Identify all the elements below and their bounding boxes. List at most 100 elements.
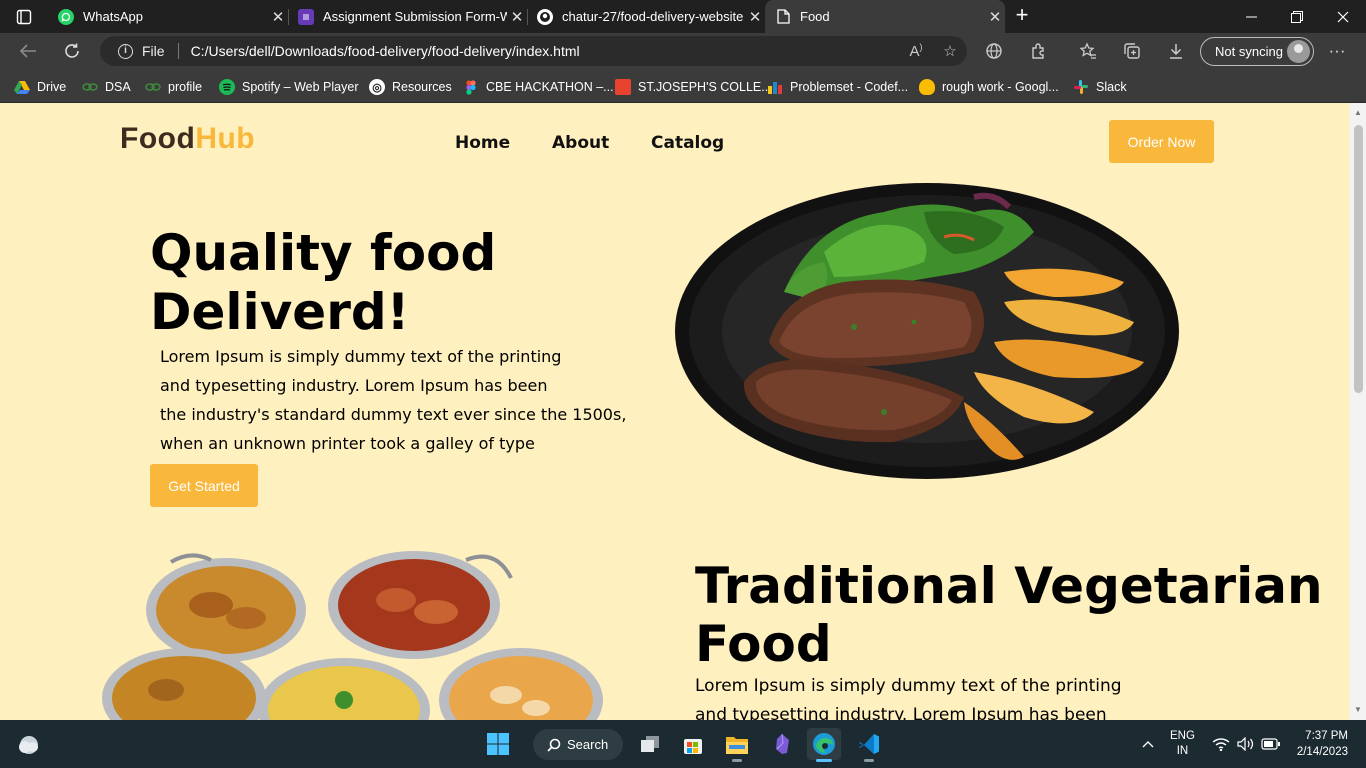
favorites-icon[interactable] [1073,37,1103,65]
profile-sync-button[interactable]: Not syncing [1200,37,1314,66]
file-explorer-icon[interactable] [720,728,754,762]
clock-date: 2/14/2023 [1296,746,1348,758]
section-description: Lorem Ipsum is simply dummy text of the … [695,672,1165,720]
logo-part-food: Food [120,122,196,155]
bookmark-resources[interactable]: ◎ Resources [369,76,452,98]
show-hidden-icons[interactable] [1141,720,1155,768]
figma-icon [463,79,479,95]
close-tab-icon[interactable]: ✕ [985,8,1005,26]
get-started-button[interactable]: Get Started [150,464,258,507]
order-now-button[interactable]: Order Now [1109,120,1214,163]
taskbar-search[interactable]: Search [533,729,623,760]
scroll-down-icon[interactable]: ▼ [1354,706,1362,714]
close-tab-icon[interactable]: ✕ [745,8,765,26]
drive-icon [14,79,30,95]
bookmark-label: Resources [392,80,452,94]
page-viewport: FoodHub Home About Catalog Order Now Qua… [0,103,1366,720]
downloads-icon[interactable] [1161,37,1191,65]
bookmark-profile[interactable]: profile [145,76,202,98]
wifi-icon[interactable] [1212,720,1230,768]
obsidian-icon[interactable] [765,728,799,760]
tab-assignment-form[interactable]: Assignment Submission Form-W ✕ [288,0,528,33]
bookmark-drive[interactable]: Drive [14,76,66,98]
slack-icon [1073,79,1089,95]
scroll-up-icon[interactable]: ▲ [1354,109,1362,117]
battery-icon[interactable] [1261,720,1281,768]
hero-text-line: when an unknown printer took a galley of… [160,434,535,453]
nav-home[interactable]: Home [455,133,510,153]
address-url[interactable]: C:/Users/dell/Downloads/food-delivery/fo… [191,43,580,59]
hero-text-line: Lorem Ipsum is simply dummy text of the … [160,347,562,366]
collections-icon[interactable] [1117,37,1147,65]
bookmark-slack[interactable]: Slack [1073,76,1127,98]
vscode-icon[interactable] [852,728,886,762]
bookmark-stjosephs[interactable]: ST.JOSEPH'S COLLE... [615,76,772,98]
hero-text-line: the industry's standard dummy text ever … [160,405,627,424]
taskbar: Search ENG IN 7:37 PM 2/14/2023 [0,720,1366,768]
browser-toolbar: i File C:/Users/dell/Downloads/food-deli… [0,33,1366,70]
site-logo[interactable]: FoodHub [120,122,255,156]
volume-icon[interactable] [1237,720,1255,768]
scrollbar-thumb[interactable] [1354,125,1363,393]
nav-catalog[interactable]: Catalog [651,133,724,153]
bookmark-label: ST.JOSEPH'S COLLE... [638,80,772,94]
curry-bowls-image [102,551,603,720]
language-indicator[interactable]: ENG IN [1170,720,1195,768]
vpn-globe-icon[interactable] [979,37,1009,65]
restore-icon[interactable] [1274,0,1320,33]
microsoft-store-icon[interactable] [676,728,710,760]
hero-title-line2: Deliverd! [150,283,410,341]
read-aloud-icon[interactable]: A) [899,42,933,60]
start-icon[interactable] [481,728,515,760]
tab-github[interactable]: chatur-27/food-delivery-website ✕ [527,0,765,33]
language-code: ENG [1170,730,1195,742]
vertical-scrollbar[interactable]: ▲ ▼ [1350,103,1366,720]
bookmark-label: profile [168,80,203,94]
running-indicator [816,759,832,762]
bookmark-cbe-hackathon[interactable]: CBE HACKATHON –... [463,76,614,98]
forms-icon [298,8,314,25]
edge-browser-icon[interactable] [807,728,841,762]
tab-food[interactable]: Food ✕ [765,0,1005,33]
steak-plate-image [675,183,1179,479]
running-indicator [732,759,742,762]
college-icon [615,79,631,95]
tab-whatsapp[interactable]: WhatsApp ✕ [48,0,289,33]
back-icon[interactable] [13,37,43,65]
bookmark-label: CBE HACKATHON –... [486,80,614,94]
page-icon [775,9,791,25]
bookmark-dsa[interactable]: DSA [82,76,131,98]
bookmark-label: DSA [105,80,131,94]
tab-actions-menu-icon[interactable] [8,4,40,30]
address-bar[interactable]: i File C:/Users/dell/Downloads/food-deli… [100,36,967,66]
minimize-icon[interactable] [1228,0,1274,33]
keep-icon [919,79,935,95]
close-tab-icon[interactable]: ✕ [268,8,288,26]
tab-title: Assignment Submission Form-W [323,9,507,24]
new-tab-button[interactable]: + [1010,4,1034,28]
bookmark-spotify[interactable]: Spotify – Web Player [219,76,359,98]
nav-about[interactable]: About [552,133,609,153]
sync-label: Not syncing [1215,44,1283,59]
link-icon [82,79,98,95]
hero-title: Quality food Deliverd! [150,224,670,342]
bookmark-label: rough work - Googl... [942,80,1059,94]
close-tab-icon[interactable]: ✕ [507,8,527,26]
refresh-icon[interactable] [57,37,87,65]
section-text-line: Lorem Ipsum is simply dummy text of the … [695,676,1122,696]
bookmark-codeforces[interactable]: Problemset - Codef... [767,76,908,98]
section-title-line1: Traditional Vegetarian [695,557,1323,615]
extensions-icon[interactable] [1024,37,1054,65]
tab-title: WhatsApp [83,9,143,24]
more-menu-icon[interactable]: ··· [1322,37,1352,65]
weather-icon[interactable] [12,728,46,760]
task-view-icon[interactable] [633,728,667,760]
bookmark-rough-work[interactable]: rough work - Googl... [919,76,1059,98]
clock[interactable]: 7:37 PM 2/14/2023 [1290,720,1348,768]
avatar-icon [1287,40,1310,63]
add-favorite-icon[interactable]: ☆ [933,42,967,60]
close-window-icon[interactable] [1320,0,1366,33]
link-icon [145,79,161,95]
site-info-icon[interactable]: i [118,43,133,59]
bookmark-label: Slack [1096,80,1127,94]
